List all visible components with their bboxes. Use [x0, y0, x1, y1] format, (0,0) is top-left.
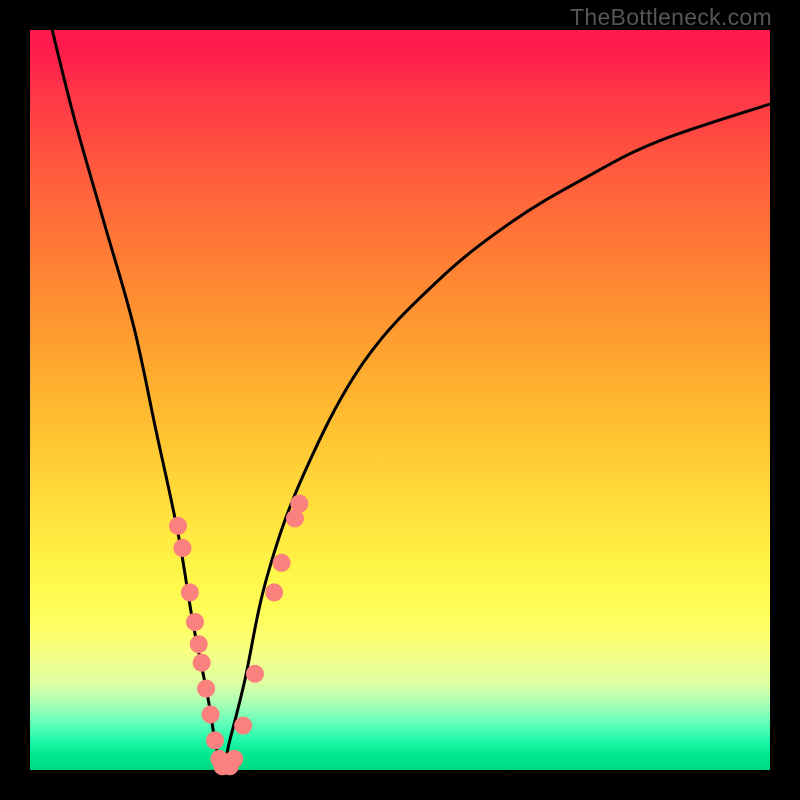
watermark-label: TheBottleneck.com: [570, 4, 772, 31]
plot-area: [30, 30, 770, 770]
chart-frame: TheBottleneck.com: [0, 0, 800, 800]
